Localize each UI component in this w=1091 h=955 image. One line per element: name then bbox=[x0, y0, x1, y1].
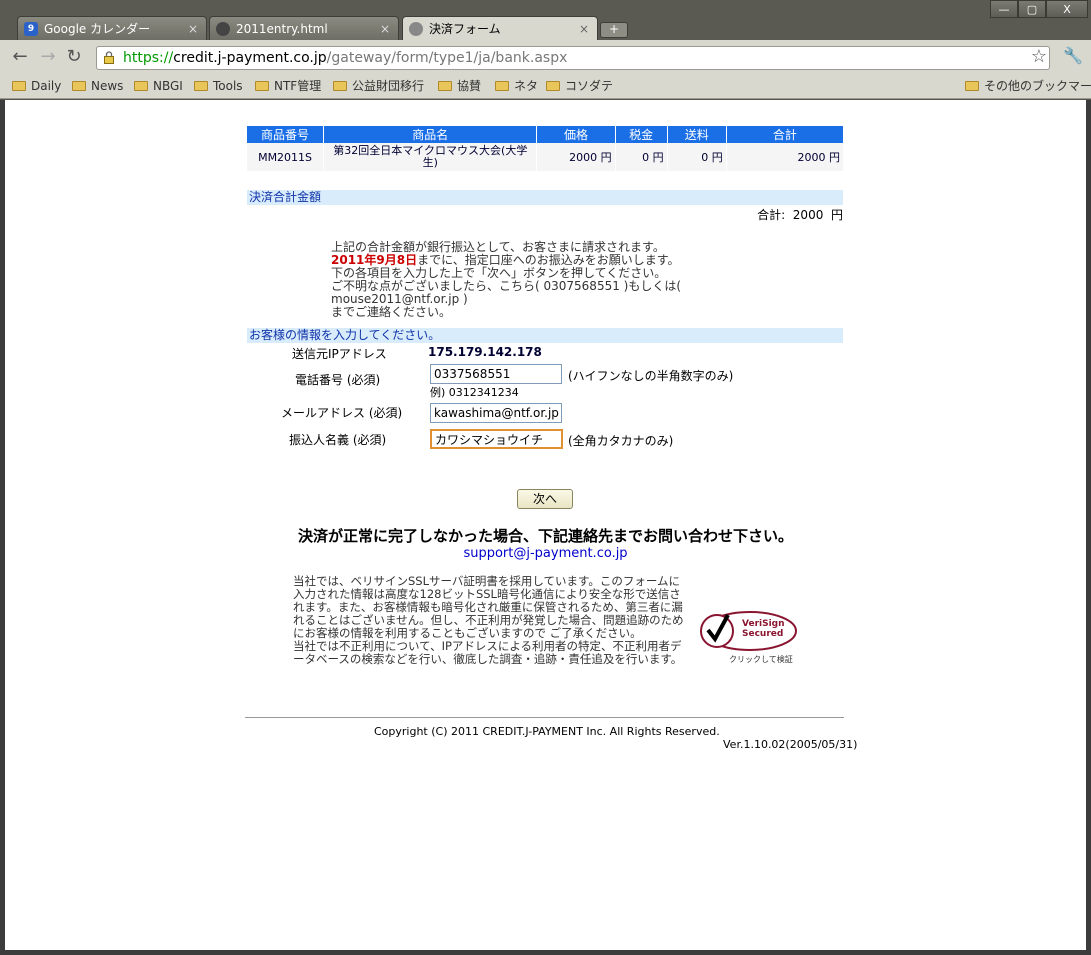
table-header: 送料 bbox=[667, 126, 727, 143]
product-total: 2000 円 bbox=[726, 143, 843, 171]
new-tab-button[interactable]: + bbox=[600, 22, 628, 38]
product-name: 第32回全日本マイクロマウス大会(大学生) bbox=[323, 143, 538, 171]
support-email-link[interactable]: support@j-payment.co.jp bbox=[5, 546, 1086, 561]
ip-label: 送信元IPアドレス bbox=[292, 347, 387, 361]
globe-icon bbox=[409, 22, 423, 36]
payment-deadline: 2011年9月8日 bbox=[331, 253, 418, 267]
verisign-text: VeriSign bbox=[742, 619, 785, 629]
ip-value: 175.179.142.178 bbox=[428, 345, 542, 359]
url-host: credit.j-payment.co.jp bbox=[173, 50, 327, 66]
email-input[interactable] bbox=[430, 403, 562, 423]
url-path: /gateway/form/type1/ja/bank.aspx bbox=[326, 50, 568, 66]
bookmark-other[interactable]: その他のブックマーク bbox=[965, 78, 1091, 94]
summary-section-title: 決済合計金額 bbox=[247, 190, 843, 205]
security-notice: 当社では、ベリサインSSLサーバ証明書を採用しています。このフォームに入力された… bbox=[293, 574, 684, 666]
payment-notice: 上記の合計金額が銀行振込として、お客さまに請求されます。 2011年9月8日まで… bbox=[331, 240, 682, 319]
folder-icon bbox=[495, 81, 509, 91]
copyright: Copyright (C) 2011 CREDIT.J-PAYMENT Inc.… bbox=[374, 725, 720, 738]
phone-hint: (ハイフンなしの半角数字のみ) bbox=[568, 369, 734, 383]
folder-icon bbox=[12, 81, 26, 91]
folder-icon bbox=[194, 81, 208, 91]
bookmark-daily[interactable]: Daily bbox=[12, 78, 61, 94]
name-label: 振込人名義 (必須) bbox=[289, 433, 387, 447]
tab-label: Google カレンダー bbox=[44, 22, 151, 36]
verisign-caption: クリックして検証 bbox=[729, 655, 793, 664]
bookmark-kosodate[interactable]: コソダテ bbox=[546, 78, 613, 94]
footer-divider bbox=[245, 717, 844, 718]
table-header: 合計 bbox=[726, 126, 843, 143]
tab-label: 決済フォーム bbox=[429, 22, 501, 36]
browser-chrome: — ▢ X 9 Google カレンダー × 2011entry.html × … bbox=[0, 0, 1091, 100]
product-code: MM2011S bbox=[247, 143, 325, 171]
folder-icon bbox=[438, 81, 452, 91]
verisign-seal[interactable]: VeriSign Secured クリックして検証 bbox=[695, 605, 805, 667]
name-hint: (全角カタカナのみ) bbox=[568, 434, 674, 448]
wrench-icon[interactable]: 🔧 bbox=[1063, 46, 1083, 65]
table-header-row: 商品番号 商品名 価格 税金 送料 合計 bbox=[247, 126, 843, 143]
table-header: 商品名 bbox=[323, 126, 538, 143]
tab-label: 2011entry.html bbox=[236, 22, 328, 36]
close-window-button[interactable]: X bbox=[1046, 0, 1088, 18]
bookmark-neta[interactable]: ネタ bbox=[495, 78, 538, 94]
close-icon[interactable]: × bbox=[579, 17, 589, 41]
error-contact-message: 決済が正常に完了しなかった場合、下記連絡先までお問い合わせ下さい。 bbox=[297, 527, 793, 545]
bookmark-star-icon[interactable]: ☆ bbox=[1031, 46, 1047, 67]
folder-icon bbox=[546, 81, 560, 91]
bookmark-foundation[interactable]: 公益財団移行 bbox=[333, 78, 424, 94]
table-header: 商品番号 bbox=[247, 126, 325, 143]
lock-icon bbox=[104, 51, 114, 64]
folder-icon bbox=[134, 81, 148, 91]
bookmarks-bar: Daily News NBGI Tools NTF管理 公益財団移行 協賛 ネタ… bbox=[0, 74, 1091, 99]
version: Ver.1.10.02(2005/05/31) bbox=[723, 738, 858, 751]
table-header: 税金 bbox=[615, 126, 668, 143]
bookmark-tools[interactable]: Tools bbox=[194, 78, 243, 94]
toolbar: ← → ↻ https://credit.j-payment.co.jp/gat… bbox=[0, 40, 1091, 74]
customer-info-section-title: お客様の情報を入力してください。 bbox=[247, 328, 843, 343]
table-row: MM2011S 第32回全日本マイクロマウス大会(大学生) 2000 円 0 円… bbox=[247, 143, 843, 171]
phone-label: 電話番号 (必須) bbox=[295, 373, 381, 387]
folder-icon bbox=[72, 81, 86, 91]
page-content: 商品番号 商品名 価格 税金 送料 合計 MM2011S 第32回全日本マイクロ… bbox=[5, 100, 1086, 950]
globe-icon bbox=[216, 22, 230, 36]
total-amount: 合計: 2000 円 bbox=[757, 208, 843, 222]
folder-icon bbox=[965, 81, 979, 91]
address-bar[interactable]: https://credit.j-payment.co.jp/gateway/f… bbox=[96, 46, 1050, 70]
product-tax: 0 円 bbox=[615, 143, 668, 171]
url-scheme: https:// bbox=[123, 50, 174, 66]
forward-icon[interactable]: → bbox=[38, 48, 58, 68]
table-header: 価格 bbox=[536, 126, 616, 143]
item-table: 商品番号 商品名 価格 税金 送料 合計 MM2011S 第32回全日本マイクロ… bbox=[247, 126, 843, 171]
payer-name-input[interactable] bbox=[430, 429, 563, 449]
next-button[interactable]: 次へ bbox=[517, 489, 573, 509]
product-price: 2000 円 bbox=[536, 143, 616, 171]
total-value: 2000 bbox=[792, 208, 824, 222]
maximize-button[interactable]: ▢ bbox=[1018, 0, 1046, 18]
bookmark-ntf[interactable]: NTF管理 bbox=[255, 78, 321, 94]
tab-payment-form[interactable]: 決済フォーム × bbox=[402, 16, 598, 41]
tab-2011entry[interactable]: 2011entry.html × bbox=[209, 16, 399, 40]
phone-example: 例) 0312341234 bbox=[430, 386, 519, 399]
close-icon[interactable]: × bbox=[188, 17, 198, 40]
folder-icon bbox=[255, 81, 269, 91]
bookmark-news[interactable]: News bbox=[72, 78, 123, 94]
minimize-button[interactable]: — bbox=[990, 0, 1018, 18]
verisign-text: Secured bbox=[742, 629, 784, 639]
reload-icon[interactable]: ↻ bbox=[64, 48, 84, 68]
close-icon[interactable]: × bbox=[380, 17, 390, 40]
email-label: メールアドレス (必須) bbox=[281, 406, 403, 420]
product-shipping: 0 円 bbox=[667, 143, 727, 171]
bookmark-nbgi[interactable]: NBGI bbox=[134, 78, 183, 94]
tab-google-calendar[interactable]: 9 Google カレンダー × bbox=[17, 16, 207, 40]
bookmark-sponsor[interactable]: 協賛 bbox=[438, 78, 481, 94]
phone-input[interactable] bbox=[430, 364, 562, 384]
calendar-icon: 9 bbox=[24, 22, 38, 36]
back-icon[interactable]: ← bbox=[10, 48, 30, 68]
folder-icon bbox=[333, 81, 347, 91]
tab-strip: — ▢ X 9 Google カレンダー × 2011entry.html × … bbox=[0, 0, 1091, 41]
